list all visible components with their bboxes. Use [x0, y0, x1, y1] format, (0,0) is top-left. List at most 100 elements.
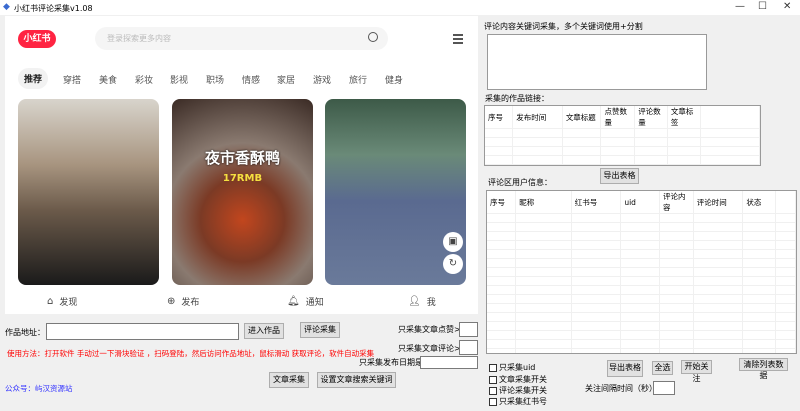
- column-header[interactable]: 点赞数量: [600, 106, 636, 129]
- nav-label: 通知: [305, 298, 324, 308]
- tab[interactable]: 健身: [385, 73, 403, 86]
- tab[interactable]: 穿搭: [63, 73, 81, 86]
- plus-icon: ⊕: [167, 296, 176, 307]
- nav-label: 发布: [181, 298, 200, 308]
- table-row[interactable]: [487, 240, 796, 250]
- table-row[interactable]: [487, 321, 796, 331]
- nav-me[interactable]: 👤︎ 我: [408, 295, 436, 308]
- works-label: 采集的作品链接：: [485, 94, 549, 103]
- tab-recommend[interactable]: 推荐: [18, 68, 49, 89]
- comments-filter-label: 只采集文章评论>: [398, 344, 461, 353]
- search-input[interactable]: 登录探索更多内容: [95, 27, 388, 50]
- usage-instructions: 使用方法：打开软件 手动过一下滑块验证 ，扫码登陆，然后访问作品地址，鼠标滑动 …: [7, 349, 375, 358]
- article-switch-checkbox[interactable]: 文章采集开关: [489, 374, 547, 385]
- keyword-label: 评论内容关键词采集，多个关键词使用+分割: [484, 22, 643, 31]
- table-row[interactable]: [487, 267, 796, 277]
- bell-icon: 🔔︎: [287, 296, 300, 307]
- tab[interactable]: 情感: [242, 73, 260, 86]
- checkbox-label: 只采集uid: [499, 363, 536, 372]
- comment-collect-button[interactable]: 评论采集: [300, 322, 340, 338]
- minimize-button[interactable]: —: [735, 1, 745, 12]
- table-row[interactable]: [487, 285, 796, 295]
- nav-publish[interactable]: ⊕ 发布: [167, 295, 199, 308]
- wechat-account-link[interactable]: 公众号：屿汉资源站: [5, 383, 73, 394]
- keyword-textarea[interactable]: [487, 34, 707, 90]
- comments-filter-input[interactable]: [459, 340, 478, 355]
- column-header[interactable]: uid: [620, 191, 661, 214]
- tab[interactable]: 美食: [99, 73, 117, 86]
- comment-switch-checkbox[interactable]: 评论采集开关: [489, 385, 547, 396]
- window-title: 小红书评论采集v1.08: [14, 4, 93, 13]
- only-uid-checkbox[interactable]: 只采集uid: [489, 362, 535, 373]
- feed-card[interactable]: 夜市香酥鸭 17RMB: [172, 99, 313, 285]
- table-row[interactable]: [487, 294, 796, 304]
- title-bar: ◆ 小红书评论采集v1.08 — ☐ ✕: [0, 0, 800, 15]
- users-table[interactable]: 序号 昵称 红书号 uid 评论内容 评论时间 状态: [486, 190, 797, 354]
- embedded-browser[interactable]: 小红书 登录探索更多内容 推荐 穿搭 美食 彩妆 影视 职场 情感 家居 游戏 …: [5, 16, 478, 314]
- feed-card[interactable]: ▣ ↻: [325, 99, 466, 285]
- nav-label: 发现: [59, 298, 78, 308]
- feed-card[interactable]: [18, 99, 159, 285]
- follow-interval-label: 关注间隔时间（秒）：: [585, 384, 661, 393]
- table-row[interactable]: [487, 222, 796, 232]
- clear-list-button[interactable]: 清除列表数据: [739, 358, 788, 380]
- nav-discover[interactable]: ⌂ 发现: [47, 295, 77, 308]
- table-row[interactable]: [487, 303, 796, 313]
- column-header[interactable]: 评论内容: [659, 191, 694, 214]
- column-header[interactable]: 文章标签: [667, 106, 701, 129]
- likes-filter-input[interactable]: [459, 322, 478, 337]
- nav-label: 我: [426, 298, 436, 308]
- card-overlay-title: 夜市香酥鸭: [204, 149, 280, 167]
- users-label: 评论区用户信息：: [488, 178, 552, 187]
- column-header[interactable]: 序号: [485, 106, 514, 129]
- checkbox-label: 文章采集开关: [499, 375, 547, 384]
- enter-work-button[interactable]: 进入作品: [244, 323, 284, 339]
- set-keyword-button[interactable]: 设置文章搜索关键词: [317, 372, 396, 388]
- likes-filter-label: 只采集文章点赞>: [398, 325, 461, 334]
- table-row[interactable]: [487, 330, 796, 340]
- tab[interactable]: 职场: [206, 73, 224, 86]
- checkbox-label: 评论采集开关: [499, 386, 547, 395]
- image-icon[interactable]: ▣: [443, 232, 463, 252]
- tab[interactable]: 彩妆: [135, 73, 153, 86]
- app-icon: ◆: [3, 2, 10, 12]
- column-header[interactable]: 状态: [742, 191, 777, 214]
- table-row[interactable]: [487, 249, 796, 259]
- column-header[interactable]: 发布时间: [512, 106, 563, 129]
- follow-interval-input[interactable]: [653, 381, 675, 395]
- start-follow-button[interactable]: 开始关注: [681, 360, 712, 383]
- export-works-button[interactable]: 导出表格: [600, 168, 639, 184]
- maximize-button[interactable]: ☐: [758, 1, 767, 12]
- table-row[interactable]: [487, 276, 796, 286]
- table-row[interactable]: [487, 348, 796, 353]
- tab[interactable]: 影视: [170, 73, 188, 86]
- url-input[interactable]: [46, 323, 239, 340]
- column-header[interactable]: 评论时间: [693, 191, 744, 214]
- works-table[interactable]: 序号 发布时间 文章标题 点赞数量 评论数量 文章标签: [484, 105, 761, 166]
- xiaohongshu-logo[interactable]: 小红书: [18, 30, 56, 48]
- table-row[interactable]: [487, 312, 796, 322]
- refresh-icon[interactable]: ↻: [443, 254, 463, 274]
- column-header[interactable]: 文章标题: [562, 106, 602, 129]
- table-row[interactable]: [487, 258, 796, 268]
- only-redbook-id-checkbox[interactable]: 只采集红书号: [489, 396, 547, 407]
- tab[interactable]: 游戏: [313, 73, 331, 86]
- tab[interactable]: 旅行: [349, 73, 367, 86]
- table-row[interactable]: [487, 213, 796, 223]
- column-header[interactable]: 序号: [487, 191, 517, 214]
- table-row[interactable]: [487, 231, 796, 241]
- article-collect-button[interactable]: 文章采集: [269, 372, 309, 388]
- tab[interactable]: 家居: [277, 73, 295, 86]
- close-button[interactable]: ✕: [783, 1, 791, 12]
- search-icon[interactable]: [368, 32, 378, 42]
- table-row[interactable]: [487, 339, 796, 349]
- column-header[interactable]: 评论数量: [634, 106, 668, 129]
- search-placeholder: 登录探索更多内容: [107, 34, 171, 43]
- column-header[interactable]: 红书号: [571, 191, 622, 214]
- export-users-button[interactable]: 导出表格: [607, 360, 643, 377]
- nav-notify[interactable]: 🔔︎ 通知: [287, 295, 324, 308]
- column-header[interactable]: 昵称: [515, 191, 572, 214]
- date-filter-input[interactable]: [420, 356, 478, 369]
- menu-icon[interactable]: [453, 34, 463, 46]
- select-all-button[interactable]: 全选: [652, 361, 673, 375]
